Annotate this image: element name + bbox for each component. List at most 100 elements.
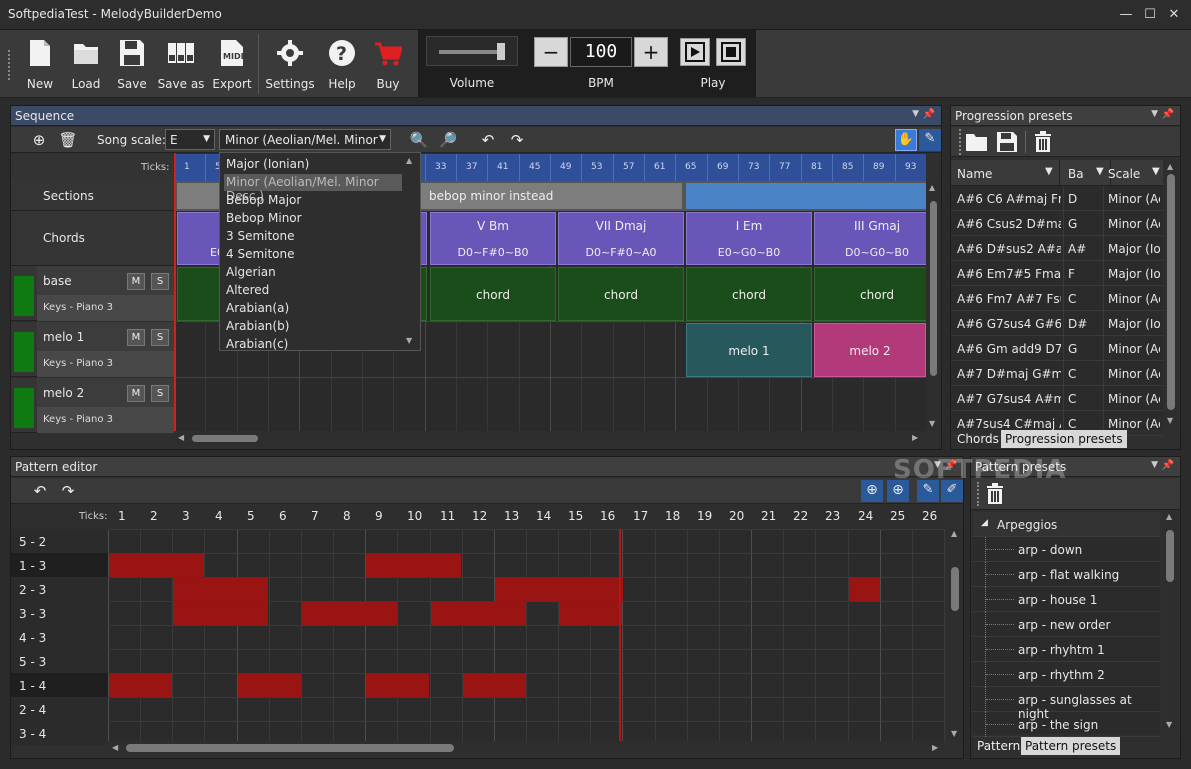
undo-icon[interactable]: ↶ bbox=[477, 129, 499, 151]
hand-tool-icon[interactable]: ✋ bbox=[895, 129, 917, 151]
panel-menu-icon[interactable]: ▼ bbox=[912, 109, 919, 119]
chord-block[interactable]: V Bm D0~F#0~B0 bbox=[430, 212, 556, 265]
scale-option[interactable]: Bebop Minor bbox=[224, 210, 402, 227]
minimize-button[interactable]: — bbox=[1116, 5, 1136, 25]
stop-button[interactable] bbox=[716, 38, 746, 66]
pattern-note[interactable] bbox=[495, 578, 623, 601]
filter-icon[interactable]: ▼ bbox=[1045, 166, 1053, 177]
pattern-note[interactable] bbox=[109, 674, 172, 697]
column-header[interactable]: Name bbox=[957, 167, 992, 181]
undo-icon[interactable]: ↶ bbox=[29, 480, 51, 502]
section-block-2[interactable] bbox=[686, 183, 926, 209]
eraser-icon[interactable]: ✎ bbox=[919, 129, 941, 151]
table-row[interactable]: A#7 G7sus4 A#maj C Minor (Ae bbox=[951, 386, 1163, 411]
pattern-note[interactable] bbox=[109, 554, 204, 577]
solo-button[interactable]: S bbox=[151, 273, 169, 290]
redo-icon[interactable]: ↷ bbox=[506, 129, 528, 151]
pattern-note[interactable] bbox=[559, 602, 622, 625]
table-row[interactable]: A#6 Gm add9 D7su G Minor (Ae bbox=[951, 336, 1163, 361]
pin-icon[interactable]: 📌 bbox=[1162, 109, 1174, 120]
tree-item[interactable]: arp - sunglasses at night bbox=[973, 687, 1160, 721]
scroll-up-icon[interactable]: ▲ bbox=[1167, 162, 1173, 171]
pattern-note[interactable] bbox=[463, 674, 526, 697]
close-button[interactable]: ✕ bbox=[1164, 5, 1184, 25]
bpm-field[interactable]: 100 bbox=[570, 37, 632, 67]
column-header[interactable]: Ba bbox=[1068, 167, 1084, 181]
scroll-thumb[interactable] bbox=[930, 201, 937, 376]
scale-option[interactable]: 4 Semitone bbox=[224, 246, 402, 263]
scale-option[interactable]: 3 Semitone bbox=[224, 228, 402, 245]
hscroll-thumb[interactable] bbox=[126, 744, 454, 752]
tree-item[interactable]: arp - new order bbox=[973, 612, 1160, 637]
maximize-button[interactable]: ☐ bbox=[1140, 5, 1160, 25]
tree-item[interactable]: arp - rhythm 2 bbox=[973, 662, 1160, 687]
scroll-up-icon[interactable]: ▲ bbox=[951, 529, 957, 538]
toolbar-grip[interactable] bbox=[959, 129, 963, 155]
scale-option[interactable]: Altered bbox=[224, 282, 402, 299]
table-row[interactable]: A#6 G7sus4 G#6 Fm D# Major (Io bbox=[951, 311, 1163, 336]
zoom-in-icon[interactable]: 🔍 bbox=[408, 129, 430, 151]
tab-pattern-presets[interactable]: Pattern presets bbox=[1021, 737, 1121, 755]
scale-option[interactable]: Minor (Aeolian/Mel. Minor Desc.) bbox=[224, 174, 402, 203]
panel-menu-icon[interactable]: ▼ bbox=[1151, 109, 1158, 119]
sequence-vscroll[interactable]: ▲ ▼ bbox=[926, 181, 941, 431]
scale-option[interactable]: Bebop Major bbox=[224, 192, 402, 209]
pattern-presets-vscroll[interactable]: ▲ ▼ bbox=[1162, 512, 1178, 734]
tab-chords[interactable]: Chords bbox=[953, 430, 1003, 448]
progression-vscroll[interactable]: ▲ ▼ bbox=[1163, 160, 1180, 430]
chord-block[interactable]: III Gmaj D0~G0~B0 bbox=[814, 212, 940, 265]
chord-pattern-block[interactable]: chord bbox=[686, 267, 812, 321]
export-button[interactable]: MIDI Export bbox=[208, 34, 256, 94]
add-icon[interactable]: ⊕ bbox=[28, 129, 50, 151]
track-instrument[interactable]: Keys - Piano 3 bbox=[43, 302, 113, 313]
scale-option[interactable]: Algerian bbox=[224, 264, 402, 281]
scroll-down-icon[interactable]: ▼ bbox=[406, 336, 412, 345]
mute-button[interactable]: M bbox=[127, 385, 145, 402]
tree-item[interactable]: arp - rhyhtm 1 bbox=[973, 637, 1160, 662]
table-row[interactable]: A#7 D#maj G#maj C Minor (Ae bbox=[951, 361, 1163, 386]
folder-open-icon[interactable] bbox=[965, 131, 989, 153]
scale-select[interactable]: Minor (Aeolian/Mel. Minor ▼ bbox=[219, 129, 391, 150]
scroll-right-icon[interactable]: ▶ bbox=[912, 433, 918, 442]
trash-icon[interactable] bbox=[985, 483, 1005, 505]
tab-progression-presets[interactable]: Progression presets bbox=[1001, 430, 1127, 448]
add-row-icon[interactable]: ⊕ bbox=[861, 480, 883, 502]
scroll-right-icon[interactable]: ▶ bbox=[932, 743, 938, 752]
key-select[interactable]: E ▼ bbox=[165, 129, 215, 150]
table-row[interactable]: A#6 Csus2 D#maj G G Minor (Ae bbox=[951, 211, 1163, 236]
scroll-down-icon[interactable]: ▼ bbox=[929, 419, 935, 428]
pattern-grid[interactable] bbox=[108, 529, 945, 746]
column-header[interactable]: Scale bbox=[1108, 167, 1140, 181]
table-row[interactable]: A#6 Fm7 A#7 Fsus4 C Minor (Ae bbox=[951, 286, 1163, 311]
chord-pattern-block[interactable]: chord bbox=[430, 267, 556, 321]
track-color-swatch[interactable] bbox=[14, 388, 34, 428]
table-row[interactable]: A#6 D#sus2 A#add9 A# Major (Io bbox=[951, 236, 1163, 261]
toolbar-grip[interactable] bbox=[977, 482, 981, 506]
settings-button[interactable]: Settings bbox=[265, 34, 315, 94]
track-color-swatch[interactable] bbox=[14, 332, 34, 372]
melo1-block[interactable]: melo 1 bbox=[686, 323, 812, 377]
scale-option[interactable]: Arabian(a) bbox=[224, 300, 402, 317]
volume-slider[interactable] bbox=[426, 36, 518, 66]
scale-option[interactable]: Arabian(c) bbox=[224, 336, 402, 353]
scroll-down-icon[interactable]: ▼ bbox=[1166, 720, 1172, 729]
scroll-down-icon[interactable]: ▼ bbox=[951, 729, 957, 738]
pattern-hscroll[interactable]: ◀ ▶ bbox=[108, 741, 944, 755]
tree-item[interactable]: arp - down bbox=[973, 537, 1160, 562]
scroll-up-icon[interactable]: ▲ bbox=[929, 183, 935, 192]
collapse-icon[interactable]: ◢ bbox=[981, 518, 988, 528]
save-button[interactable]: Save bbox=[108, 34, 156, 94]
pattern-note[interactable] bbox=[366, 674, 429, 697]
trash-icon[interactable] bbox=[1033, 131, 1053, 153]
track-header[interactable]: melo 1 M S Keys - Piano 3 bbox=[11, 322, 174, 377]
tree-item[interactable]: arp - the sign bbox=[973, 712, 1160, 737]
solo-button[interactable]: S bbox=[151, 329, 169, 346]
hscroll-thumb[interactable] bbox=[192, 435, 258, 442]
scroll-up-icon[interactable]: ▲ bbox=[406, 156, 412, 165]
filter-icon[interactable]: ▼ bbox=[1152, 166, 1160, 177]
solo-button[interactable]: S bbox=[151, 385, 169, 402]
scroll-thumb[interactable] bbox=[951, 567, 959, 611]
tab-pattern[interactable]: Pattern bbox=[973, 737, 1024, 755]
bpm-increase-button[interactable]: + bbox=[634, 37, 668, 67]
track-header[interactable]: melo 2 M S Keys - Piano 3 bbox=[11, 378, 174, 433]
